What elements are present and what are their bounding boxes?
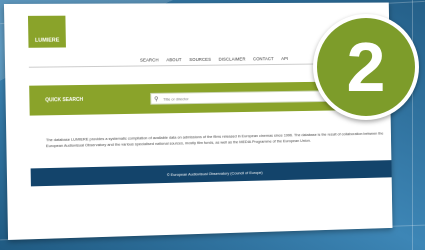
nav-item-search[interactable]: SEARCH [140,57,159,62]
lumiere-logo[interactable]: LUMIERE [27,15,66,48]
site-description: The database LUMIERE provides a systemat… [45,130,384,149]
quick-search-placeholder: Title or director [163,95,189,102]
footer: © European Audiovisual Observatory (Coun… [30,160,392,187]
background-line [412,0,413,250]
quick-search-label: QUICK SEARCH [45,96,84,104]
nav-item-api[interactable]: API [281,56,288,61]
badge-number: 2 [346,28,386,106]
logo-text: LUMIERE [34,37,60,44]
nav-item-disclaimer[interactable]: DISCLAIMER [219,57,246,62]
search-icon[interactable]: ⚲ [154,95,158,102]
nav-item-contact[interactable]: CONTACT [253,56,274,61]
footer-copyright: © European Audiovisual Observatory (Coun… [166,169,263,177]
step-number-badge: 2 [313,14,419,120]
main-nav: SEARCH ABOUT SOURCES DISCLAIMER CONTACT … [140,56,288,62]
quick-search-input[interactable]: ⚲ Title or director [150,90,341,105]
nav-item-about[interactable]: ABOUT [166,57,181,62]
nav-item-sources[interactable]: SOURCES [189,57,211,62]
